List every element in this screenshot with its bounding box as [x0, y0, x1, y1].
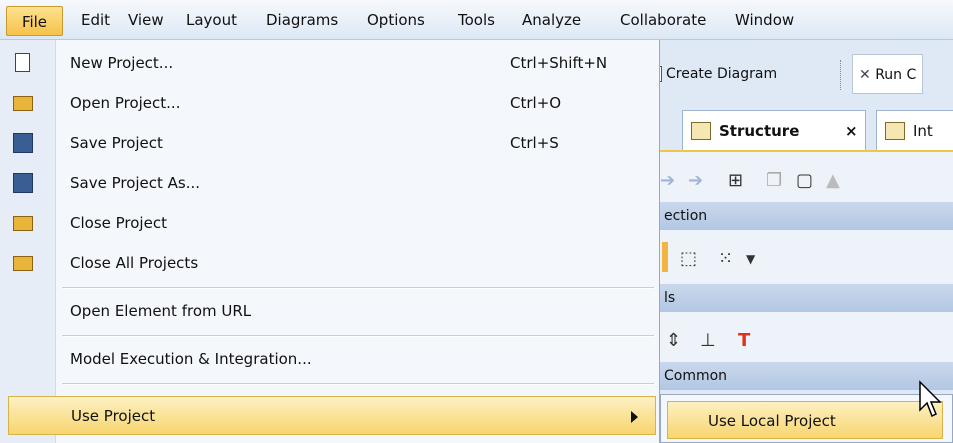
containment-icon[interactable]: ⊞	[728, 170, 743, 191]
paste-icon[interactable]: ▢	[796, 170, 813, 191]
menu-bar: File Edit View Layout Diagrams Options T…	[0, 0, 953, 40]
file-menu-dropdown: New Project... Ctrl+Shift+N Open Project…	[0, 40, 660, 443]
tools-icon: ✕	[859, 67, 871, 83]
menu-item-new-project[interactable]: New Project... Ctrl+Shift+N	[0, 44, 660, 83]
menu-layout[interactable]: Layout	[186, 0, 237, 40]
tab-close-icon[interactable]: ×	[845, 111, 858, 150]
close-project-icon	[13, 216, 33, 231]
section-selection-header[interactable]: ection	[640, 202, 953, 230]
use-project-submenu: Use Local Project	[660, 394, 953, 443]
new-document-icon	[15, 53, 30, 72]
save-as-disk-icon	[13, 173, 33, 193]
selection-tools: ⬚ ⁙ ▼	[640, 230, 953, 290]
menu-item-save-project[interactable]: Save Project Ctrl+S	[0, 124, 660, 163]
menu-item-open-project[interactable]: Open Project... Ctrl+O	[0, 84, 660, 123]
menu-item-save-project-as[interactable]: Save Project As...	[0, 164, 660, 203]
save-disk-icon	[13, 133, 33, 153]
submenu-item-use-local-project[interactable]: Use Local Project	[667, 401, 943, 439]
diagram-toolbar: ➔ ➔ ⊞ ❐ ▢ ▲	[640, 152, 953, 202]
delete-icon[interactable]: ▲	[826, 170, 840, 191]
menu-item-model-execution[interactable]: Model Execution & Integration...	[0, 340, 660, 379]
submenu-arrow-icon	[631, 411, 638, 423]
menu-collaborate[interactable]: Collaborate	[620, 0, 706, 40]
tab-structure[interactable]: Structure ×	[682, 110, 866, 150]
menu-file[interactable]: File	[6, 6, 63, 36]
back-arrow-icon[interactable]: ➔	[660, 170, 675, 191]
menu-separator	[62, 287, 654, 289]
text-tool-icon[interactable]: T	[738, 330, 750, 351]
create-diagram-button[interactable]: Create Diagram	[646, 54, 777, 94]
align-bottom-icon[interactable]: ⊥	[700, 330, 716, 351]
align-center-icon[interactable]: ⇕	[666, 330, 681, 351]
chevron-down-icon[interactable]: ▼	[746, 252, 755, 266]
main-toolbar: Create Diagram ✕ Run C	[640, 44, 953, 104]
menu-item-use-project[interactable]: Use Project	[8, 396, 656, 435]
close-all-projects-icon	[13, 256, 33, 271]
menu-item-open-element-from-url[interactable]: Open Element from URL	[0, 292, 660, 331]
select-in-area-icon[interactable]: ⬚	[680, 248, 697, 269]
menu-diagrams[interactable]: Diagrams	[266, 0, 338, 40]
structure-diagram-icon	[691, 122, 711, 140]
select-all-icon[interactable]: ⁙	[718, 248, 733, 269]
menu-options[interactable]: Options	[367, 0, 425, 40]
menu-tools[interactable]: Tools	[458, 0, 495, 40]
toolbar-separator	[840, 60, 841, 90]
active-tool-marker	[662, 242, 668, 272]
menu-item-close-project[interactable]: Close Project	[0, 204, 660, 243]
menu-window[interactable]: Window	[735, 0, 794, 40]
section-common-header[interactable]: Common	[640, 362, 953, 390]
open-folder-icon	[13, 96, 33, 111]
menu-item-close-all-projects[interactable]: Close All Projects	[0, 244, 660, 283]
tab-internal[interactable]: Int	[876, 110, 953, 150]
menu-separator	[62, 335, 654, 337]
mouse-cursor-icon	[919, 380, 942, 418]
menu-edit[interactable]: Edit	[81, 0, 110, 40]
forward-arrow-icon[interactable]: ➔	[688, 170, 703, 191]
menu-separator	[62, 383, 654, 385]
menu-analyze[interactable]: Analyze	[522, 0, 581, 40]
internal-diagram-icon	[885, 122, 905, 140]
run-button[interactable]: ✕ Run C	[852, 54, 924, 94]
section-tools-header[interactable]: ls	[640, 284, 953, 312]
diagram-tabs: Structure × Int	[640, 104, 953, 152]
menu-view[interactable]: View	[128, 0, 164, 40]
copy-icon[interactable]: ❐	[766, 170, 782, 191]
